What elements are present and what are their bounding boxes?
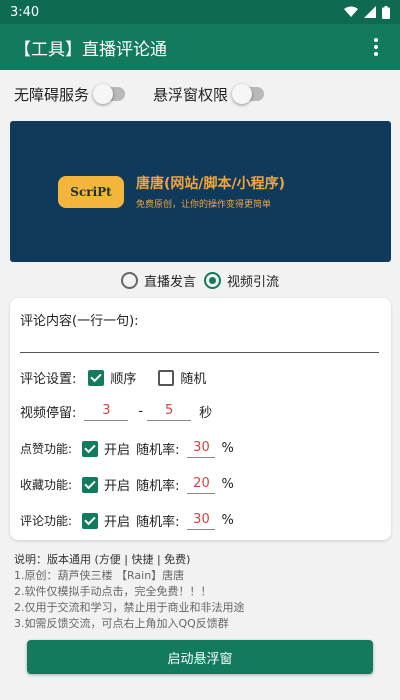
sequential-label: 顺序: [110, 372, 137, 387]
comment-feature-label: 评论功能:: [20, 514, 73, 528]
random-label: 随机: [180, 372, 207, 387]
like-rate-label: 随机率:: [136, 443, 180, 458]
mode-radio-group: 直播发言 视频引流: [0, 268, 400, 292]
wifi-icon: [344, 6, 358, 17]
comment-rate-label: 随机率:: [136, 515, 180, 530]
instructions-notes: 说明：版本通用 (方便 | 快捷 | 免费) 1.原创：葫芦侠三楼 【Rain】…: [14, 552, 386, 632]
comment-settings-row: 评论设置: 顺序 随机: [20, 368, 206, 387]
comment-content-label: 评论内容(一行一句):: [20, 314, 139, 329]
like-rate-input[interactable]: 30: [187, 440, 216, 458]
video-stay-label: 视频停留:: [20, 406, 77, 421]
video-stay-row: 视频停留: 3 - 5 秒: [20, 402, 213, 422]
comment-enable-label: 开启: [104, 515, 131, 530]
accessibility-switch[interactable]: [93, 84, 126, 104]
promo-banner: ScriPt 唐唐(网站/脚本/小程序) 免费原创，让你的操作变得更简单: [10, 121, 391, 262]
notes-heading: 说明：版本通用 (方便 | 快捷 | 免费): [14, 553, 191, 566]
banner-text: 唐唐(网站/脚本/小程序) 免费原创，让你的操作变得更简单: [136, 173, 285, 210]
script-logo: ScriPt: [58, 175, 124, 208]
favorite-enable-label: 开启: [104, 479, 131, 494]
more-options-icon[interactable]: [366, 35, 386, 59]
banner-tagline: 免费原创，让你的操作变得更简单: [136, 200, 272, 210]
stay-separator: -: [138, 404, 144, 419]
notes-line: 3.如需反馈交流，可点右上角加入QQ反馈群: [14, 617, 229, 630]
overlay-toggle-group: 悬浮窗权限: [153, 84, 265, 105]
comment-rate-input[interactable]: 30: [187, 512, 216, 530]
like-feature-label: 点赞功能:: [20, 442, 73, 456]
mode-option-video[interactable]: 视频引流: [204, 271, 279, 290]
comment-feature-row: 评论功能: 开启 随机率: 30 %: [20, 511, 234, 531]
notes-line: 2.软件仅模拟手动点击，完全免费！！！: [14, 585, 212, 598]
comment-enable-checkbox[interactable]: [82, 512, 99, 529]
comment-content-input[interactable]: [20, 330, 379, 352]
status-icons: [344, 5, 390, 19]
sequential-checkbox[interactable]: [88, 369, 105, 386]
notes-line: 2.仅用于交流和学习，禁止用于商业和非法用途: [14, 601, 245, 614]
like-feature-row: 点赞功能: 开启 随机率: 30 %: [20, 439, 234, 459]
battery-icon: [382, 5, 390, 19]
favorite-enable-checkbox[interactable]: [82, 476, 99, 493]
like-enable-label: 开启: [104, 443, 131, 458]
mode-live-label: 直播发言: [143, 274, 196, 290]
favorite-rate-label: 随机率:: [136, 479, 180, 494]
status-time: 3:40: [10, 4, 40, 20]
app-bar: 【工具】直播评论通: [0, 24, 400, 70]
comment-rate-unit: %: [221, 513, 234, 528]
favorite-rate-unit: %: [221, 477, 234, 492]
accessibility-toggle-group: 无障碍服务: [14, 84, 126, 105]
stay-min-input[interactable]: 3: [84, 403, 129, 421]
comment-input-underline: [20, 352, 379, 353]
app-title: 【工具】直播评论通: [14, 39, 167, 60]
comment-settings-label: 评论设置:: [20, 372, 77, 387]
signal-icon: [364, 6, 376, 18]
favorite-rate-input[interactable]: 20: [187, 476, 216, 494]
like-enable-checkbox[interactable]: [82, 440, 99, 457]
settings-card: 评论内容(一行一句): 评论设置: 顺序 随机 视频停留: 3 - 5 秒 点赞…: [10, 298, 391, 540]
radio-video[interactable]: [204, 271, 221, 289]
overlay-permission-switch[interactable]: [232, 84, 265, 104]
stay-max-input[interactable]: 5: [147, 403, 192, 421]
overlay-permission-label: 悬浮窗权限: [153, 85, 229, 104]
radio-live[interactable]: [120, 271, 138, 289]
accessibility-label: 无障碍服务: [14, 85, 90, 104]
mode-video-label: 视频引流: [227, 274, 280, 290]
banner-headline: 唐唐(网站/脚本/小程序): [136, 176, 286, 192]
favorite-feature-label: 收藏功能:: [20, 478, 73, 492]
like-rate-unit: %: [221, 441, 234, 456]
random-checkbox[interactable]: [158, 369, 175, 386]
stay-unit: 秒: [199, 406, 213, 421]
start-floating-window-button[interactable]: 启动悬浮窗: [27, 640, 373, 674]
status-bar: 3:40: [0, 0, 400, 24]
mode-option-live[interactable]: 直播发言: [120, 271, 196, 290]
favorite-feature-row: 收藏功能: 开启 随机率: 20 %: [20, 475, 234, 495]
permission-toggles: 无障碍服务 悬浮窗权限: [14, 82, 386, 106]
notes-line: 1.原创：葫芦侠三楼 【Rain】唐唐: [14, 569, 185, 582]
